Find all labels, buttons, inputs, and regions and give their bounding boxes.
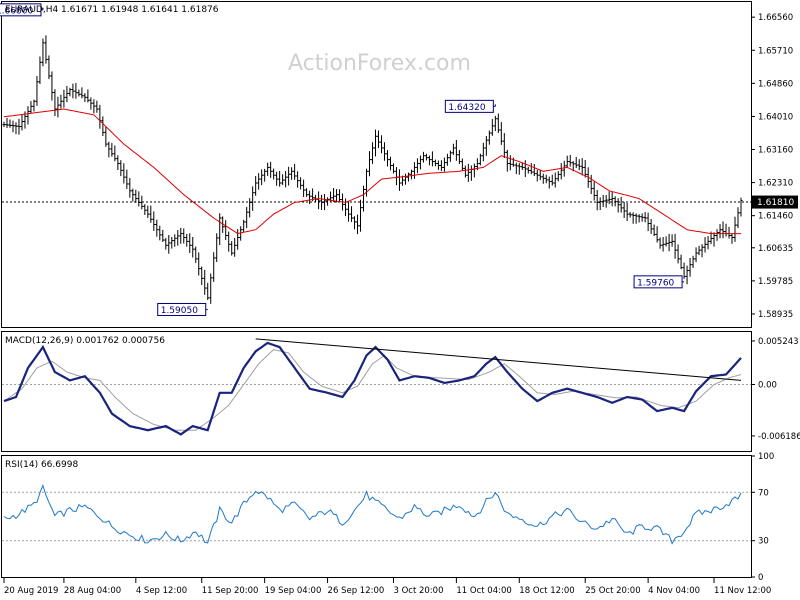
time-tick-label: 4 Nov 04:00: [648, 586, 700, 596]
watermark: ActionForex.com: [288, 51, 471, 76]
price-tick-label: 1.58935: [758, 310, 793, 320]
macd-tick-label: -0.006186: [758, 432, 800, 442]
price-tick-label: 1.64010: [758, 112, 793, 122]
macd-tick-label: 0.005243: [758, 337, 799, 347]
price-tick-label: 1.59785: [758, 277, 793, 287]
price-tick-label: 1.60635: [758, 244, 793, 254]
time-tick-label: 25 Oct 20:00: [585, 586, 640, 596]
rsi-tick-label: 70: [758, 488, 769, 498]
price-tick-label: 1.65710: [758, 46, 793, 56]
price-tick-label: 1.66560: [758, 13, 793, 23]
current-price-text: 1.61810: [757, 198, 794, 208]
macd-tick-label: 0.00: [758, 381, 777, 391]
time-tick-label: 4 Sep 12:00: [136, 586, 187, 596]
chart-background: [0, 0, 800, 600]
price-annotation-label: 1.64320: [448, 103, 485, 113]
time-tick-label: 11 Nov 12:00: [714, 586, 771, 596]
price-tick-label: 1.64860: [758, 79, 793, 89]
time-tick-label: 11 Sep 20:00: [202, 586, 259, 596]
forex-chart: ActionForex.com 1.66560 1.65710 1.64860 1.6…: [0, 0, 800, 600]
rsi-tick-label: 0: [758, 573, 763, 583]
price-annotation-label: 1.59050: [161, 306, 198, 316]
current-price-label: 1.61810: [752, 195, 798, 209]
time-tick-label: 19 Sep 04:00: [265, 586, 322, 596]
price-title: EURAUD,H4 1.61671 1.61948 1.61641 1.6187…: [5, 5, 219, 15]
time-tick-label: 20 Aug 2019: [4, 586, 58, 596]
price-tick-label: 1.61460: [758, 212, 793, 222]
price-annotation-label: 1.59760: [637, 278, 674, 288]
rsi-title: RSI(14) 66.6998: [5, 460, 78, 470]
time-tick-label: 28 Aug 04:00: [64, 586, 121, 596]
time-tick-label: 18 Oct 12:00: [519, 586, 574, 596]
rsi-tick-label: 100: [758, 452, 774, 462]
time-tick-label: 26 Sep 12:00: [328, 586, 385, 596]
time-tick-label: 11 Oct 04:00: [456, 586, 511, 596]
macd-title: MACD(12,26,9) 0.001762 0.000756: [5, 336, 165, 346]
time-tick-label: 3 Oct 20:00: [393, 586, 443, 596]
price-tick-label: 1.63160: [758, 146, 793, 156]
rsi-tick-label: 30: [758, 537, 769, 547]
price-tick-label: 1.62310: [758, 179, 793, 189]
